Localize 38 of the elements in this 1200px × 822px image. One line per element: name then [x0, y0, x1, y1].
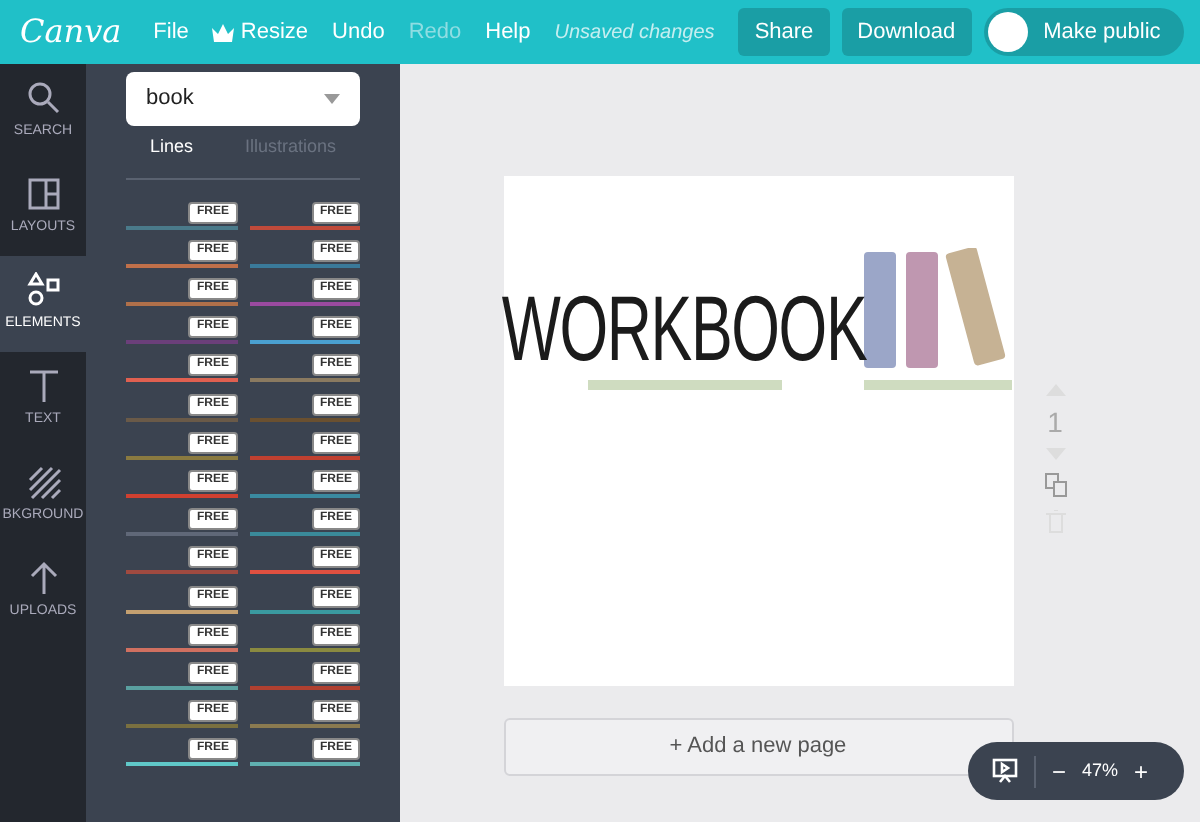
line-element[interactable] — [126, 225, 237, 230]
line-element[interactable] — [126, 378, 237, 383]
upload-arrow-icon — [25, 560, 61, 597]
presentation-icon[interactable] — [992, 758, 1018, 784]
zoom-in-button[interactable]: + — [1134, 753, 1149, 789]
line-element[interactable] — [249, 762, 360, 767]
status-text: Unsaved changes — [554, 19, 715, 47]
caret-icon — [324, 94, 340, 104]
zoom-out-button[interactable]: − — [1052, 753, 1067, 789]
zoom-value: 47% — [1082, 757, 1119, 784]
workbook-title: WORKBOOK — [501, 284, 867, 372]
line-element[interactable] — [126, 762, 237, 767]
search-field[interactable]: book — [126, 72, 360, 126]
line-element[interactable] — [249, 263, 360, 268]
line-element[interactable] — [126, 302, 237, 307]
line-element[interactable] — [249, 724, 360, 729]
text-icon — [25, 368, 61, 405]
search-value: book — [146, 84, 194, 115]
line-element[interactable] — [249, 532, 360, 537]
line-element[interactable] — [126, 455, 237, 460]
line-element[interactable] — [249, 647, 360, 652]
shapes-icon — [25, 272, 61, 309]
line-element[interactable] — [249, 609, 360, 614]
panel-tab[interactable]: Lines — [150, 134, 194, 161]
search-icon — [25, 80, 61, 117]
add-page-button[interactable]: + Add a new page — [503, 718, 1013, 776]
line-element[interactable] — [249, 570, 360, 575]
line-element[interactable] — [249, 378, 360, 383]
line-element[interactable] — [126, 685, 237, 690]
crown-icon — [212, 23, 235, 41]
page-number: 1 — [1047, 408, 1063, 436]
line-element[interactable] — [126, 647, 237, 652]
line-element[interactable] — [126, 263, 237, 268]
hatch-icon — [25, 464, 61, 501]
line-element[interactable] — [126, 609, 237, 614]
layout-icon — [25, 176, 61, 213]
line-element[interactable] — [249, 340, 360, 345]
copy-icon[interactable] — [1043, 472, 1067, 498]
